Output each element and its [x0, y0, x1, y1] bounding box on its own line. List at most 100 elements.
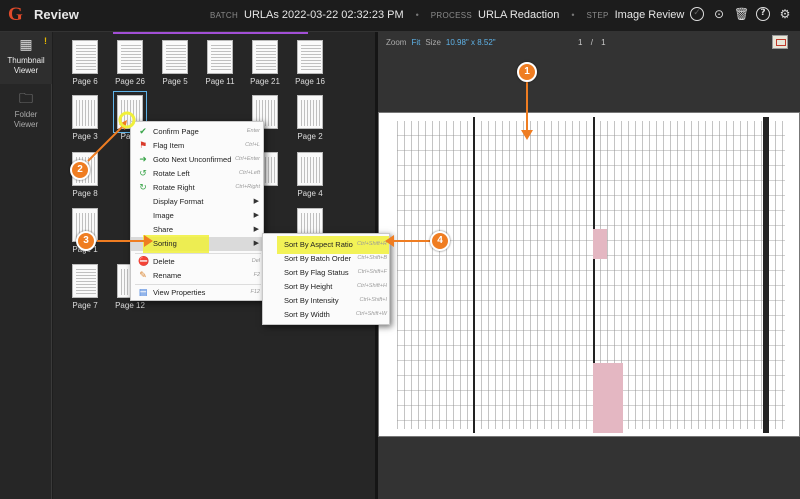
menu-item-label: View Properties — [153, 288, 206, 297]
delete-icon: ⛔ — [138, 257, 150, 267]
thumbnail-label: Page 2 — [297, 132, 323, 141]
rail-label: Viewer — [13, 120, 39, 129]
document-rule — [473, 117, 475, 433]
menu-item-image[interactable]: Image ▶ — [131, 209, 265, 223]
process-label: PROCESS — [430, 11, 473, 20]
submenu-item-height[interactable]: Sort By Height Ctrl+Shift+H — [263, 280, 391, 294]
menu-item-flag-item[interactable]: ⚑ Flag Item Ctrl+L — [131, 139, 265, 153]
menu-item-shortcut: Ctrl+Enter — [235, 156, 260, 162]
thumbnail[interactable]: Page 11 — [200, 40, 240, 86]
top-toolbar: ✓ ⊙ 🗑 ? ⚙ — [690, 7, 792, 21]
thumbnail[interactable]: Page 26 — [110, 40, 150, 86]
menu-item-label: Rotate Left — [153, 169, 190, 178]
size-label: Size — [425, 38, 441, 47]
check-icon: ✔ — [139, 127, 147, 137]
step-label: STEP — [586, 11, 609, 20]
properties-icon: ▤ — [138, 288, 148, 298]
redaction-region — [593, 363, 623, 433]
thumbnail[interactable]: Page 4 — [290, 152, 330, 198]
menu-item-shortcut: F2 — [253, 272, 260, 278]
thumbnail[interactable]: Page 7 — [65, 264, 105, 310]
menu-item-shortcut: Enter — [246, 128, 260, 134]
zoom-value[interactable]: Fit — [411, 38, 420, 47]
lock-icon[interactable]: ⊙ — [712, 7, 726, 21]
submenu-arrow-icon: ▶ — [253, 239, 259, 247]
settings-icon[interactable]: ⚙ — [778, 7, 792, 21]
thumbnail[interactable]: Page 21 — [245, 40, 285, 86]
image-tool-icon[interactable] — [772, 35, 788, 49]
menu-item-view-properties[interactable]: ▤ View Properties F12 — [131, 286, 265, 300]
menu-item-label: Flag Item — [153, 141, 185, 150]
thumbnail-label: Page 8 — [72, 189, 98, 198]
pane-accent-bar — [113, 32, 308, 34]
thumbnail[interactable]: Page 6 — [65, 40, 105, 86]
thumbnail-label: Page 5 — [162, 77, 188, 86]
submenu-arrow-icon: ▶ — [253, 197, 259, 205]
process-value: URLA Redaction — [478, 9, 560, 21]
rail-label: Thumbnail — [7, 56, 45, 65]
submenu-item-label: Sort By Flag Status — [284, 268, 349, 277]
app-window: G Review BATCH URLAs 2022-03-22 02:32:23… — [0, 0, 800, 499]
submenu-item-label: Sort By Intensity — [284, 296, 339, 305]
menu-item-display-format[interactable]: Display Format ▶ — [131, 195, 265, 209]
menu-separator — [135, 284, 261, 285]
menu-item-sorting[interactable]: Sorting ▶ — [131, 235, 265, 253]
menu-item-label: Confirm Page — [153, 127, 199, 136]
batch-label: BATCH — [210, 11, 239, 20]
document-image[interactable] — [378, 112, 800, 437]
submenu-item-width[interactable]: Sort By Width Ctrl+Shift+W — [263, 308, 391, 322]
breadcrumb-separator: • — [415, 10, 419, 20]
submenu-item-batch-order[interactable]: Sort By Batch Order Ctrl+Shift+B — [263, 252, 391, 266]
thumbnail[interactable]: Page 3 — [65, 95, 105, 141]
next-icon: ➜ — [139, 155, 147, 165]
submenu-item-flag-status[interactable]: Sort By Flag Status Ctrl+Shift+F — [263, 266, 391, 280]
menu-item-label: Share — [153, 225, 174, 234]
top-bar: G Review BATCH URLAs 2022-03-22 02:32:23… — [0, 0, 800, 32]
rotate-left-icon: ↺ — [139, 169, 147, 179]
callout-badge-1: 1 — [517, 62, 537, 82]
rail-folder-viewer[interactable]: 🗀 Folder Viewer — [0, 90, 52, 134]
submenu-item-shortcut: Ctrl+Shift+R — [357, 241, 387, 247]
help-icon[interactable]: ? — [756, 7, 770, 21]
page-separator: / — [590, 38, 593, 47]
app-logo: G — [8, 4, 23, 25]
breadcrumb: BATCH URLAs 2022-03-22 02:32:23 PM • PRO… — [210, 9, 684, 25]
rail-label: Folder — [14, 110, 38, 119]
thumbnail-label: Page 26 — [115, 77, 145, 86]
submenu-arrow-icon: ▶ — [253, 225, 259, 233]
left-rail: ▦ Thumbnail Viewer ! 🗀 Folder Viewer — [0, 32, 52, 499]
submenu-item-aspect-ratio[interactable]: Sort By Aspect Ratio Ctrl+Shift+R — [263, 236, 391, 254]
thumbnail-label: Page 12 — [115, 301, 145, 310]
check-circle-icon[interactable]: ✓ — [690, 7, 704, 21]
menu-item-delete[interactable]: ⛔ Delete Del — [131, 255, 265, 269]
document-rule — [763, 117, 769, 433]
menu-item-rotate-right[interactable]: ↻ Rotate Right Ctrl+Right — [131, 181, 265, 195]
menu-item-label: Rotate Right — [153, 183, 195, 192]
menu-item-goto-next[interactable]: ➜ Goto Next Unconfirmed Ctrl+Enter — [131, 153, 265, 167]
submenu-item-shortcut: Ctrl+Shift+W — [355, 311, 387, 317]
app-title: Review — [34, 7, 79, 22]
zoom-label: Zoom — [386, 38, 407, 47]
submenu-arrow-icon: ▶ — [253, 211, 259, 219]
menu-item-shortcut: Del — [251, 258, 260, 264]
thumbnail[interactable]: Page 16 — [290, 40, 330, 86]
thumbnail[interactable]: Page 2 — [290, 95, 330, 141]
menu-item-shortcut: Ctrl+L — [245, 142, 260, 148]
menu-item-rename[interactable]: ✎ Rename F2 — [131, 269, 265, 283]
submenu-item-shortcut: Ctrl+Shift+B — [357, 255, 387, 261]
submenu-item-intensity[interactable]: Sort By Intensity Ctrl+Shift+I — [263, 294, 391, 308]
zoom-bar: Zoom Fit Size 10.98" x 8.52" — [386, 38, 496, 47]
trash-icon[interactable]: 🗑 — [734, 7, 749, 21]
flag-icon: ⚑ — [138, 141, 148, 151]
alert-badge: ! — [44, 36, 47, 46]
submenu-item-label: Sort By Width — [284, 310, 330, 319]
thumbnail[interactable]: Page 5 — [155, 40, 195, 86]
thumbnail-label: Page 21 — [250, 77, 280, 86]
rotate-right-icon: ↻ — [139, 183, 147, 193]
menu-item-shortcut: Ctrl+Left — [239, 170, 260, 176]
menu-item-rotate-left[interactable]: ↺ Rotate Left Ctrl+Left — [131, 167, 265, 181]
submenu-item-shortcut: Ctrl+Shift+H — [357, 283, 387, 289]
sorting-submenu: Sort By Aspect Ratio Ctrl+Shift+R Sort B… — [262, 233, 390, 325]
menu-item-confirm-page[interactable]: ✔ Confirm Page Enter — [131, 125, 265, 139]
menu-item-label: Rename — [153, 271, 182, 280]
